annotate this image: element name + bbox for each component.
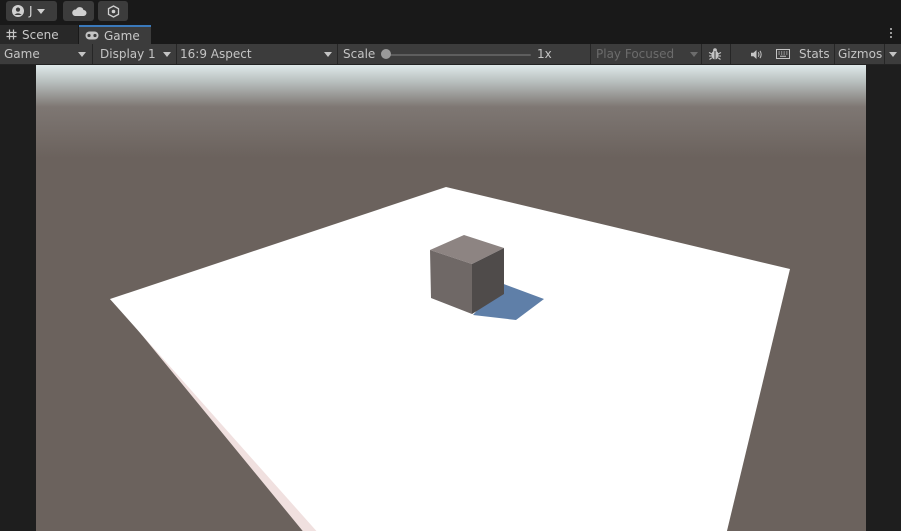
scale-value: 1x bbox=[537, 44, 567, 64]
chevron-down-icon bbox=[324, 52, 332, 57]
toolbar-divider bbox=[590, 44, 591, 64]
speaker-icon bbox=[750, 49, 762, 59]
gizmos-toggle[interactable]: Gizmos bbox=[838, 44, 882, 64]
scale-slider-track[interactable] bbox=[386, 54, 531, 56]
kebab-dot bbox=[890, 32, 892, 34]
chevron-down-icon bbox=[889, 52, 897, 57]
scale-label: Scale bbox=[343, 44, 383, 64]
display-value: Display 1 bbox=[100, 47, 156, 61]
kebab-dot bbox=[890, 36, 892, 38]
tab-game-label: Game bbox=[104, 28, 140, 43]
play-mode-dropdown[interactable]: Play Focused bbox=[596, 44, 700, 64]
grid-hash-icon bbox=[6, 29, 17, 40]
toolbar-divider bbox=[884, 44, 885, 64]
game-viewport[interactable] bbox=[36, 65, 866, 531]
chevron-down-icon bbox=[36, 8, 45, 14]
cloud-icon bbox=[71, 6, 86, 16]
chevron-down-icon bbox=[690, 52, 698, 57]
services-button[interactable] bbox=[98, 1, 128, 21]
toolbar-divider bbox=[730, 44, 731, 64]
mute-audio-button[interactable] bbox=[746, 44, 766, 64]
toolbar-divider bbox=[176, 44, 177, 64]
view-mode-value: Game bbox=[4, 47, 40, 61]
game-view-toolbar: Game Display 1 16:9 Aspect Scale 1x Play… bbox=[0, 44, 901, 65]
keyboard-icon bbox=[776, 49, 790, 59]
kebab-dot bbox=[890, 28, 892, 30]
display-dropdown[interactable]: Display 1 bbox=[100, 44, 174, 64]
bug-icon bbox=[708, 48, 722, 60]
scale-value-text: 1x bbox=[537, 47, 552, 61]
aspect-value: 16:9 Aspect bbox=[180, 47, 252, 61]
view-mode-dropdown[interactable]: Game bbox=[4, 44, 90, 64]
toolbar-divider bbox=[337, 44, 338, 64]
gamepad-icon bbox=[85, 31, 99, 40]
tab-scene-label: Scene bbox=[22, 27, 59, 42]
chevron-down-icon bbox=[78, 52, 86, 57]
chevron-down-icon bbox=[163, 52, 171, 57]
editor-tab-row: Scene Game bbox=[0, 25, 901, 44]
tab-options-menu[interactable] bbox=[889, 28, 893, 42]
rendered-scene bbox=[36, 65, 866, 531]
keyboard-shortcuts-button[interactable] bbox=[773, 44, 793, 64]
toolbar-divider bbox=[834, 44, 835, 64]
toolbar-divider bbox=[92, 44, 93, 64]
gizmos-label: Gizmos bbox=[838, 47, 883, 61]
top-account-bar: J bbox=[0, 0, 901, 25]
account-dropdown[interactable]: J bbox=[6, 1, 57, 21]
tab-game[interactable]: Game bbox=[79, 25, 151, 44]
gizmos-dropdown[interactable] bbox=[886, 44, 900, 64]
account-initial: J bbox=[29, 4, 33, 18]
cloud-button[interactable] bbox=[63, 1, 94, 21]
debug-toggle-button[interactable] bbox=[705, 44, 725, 64]
aspect-dropdown[interactable]: 16:9 Aspect bbox=[180, 44, 335, 64]
stats-toggle[interactable]: Stats bbox=[799, 44, 831, 64]
services-hexagon-icon bbox=[107, 4, 119, 18]
stats-label: Stats bbox=[799, 47, 830, 61]
scale-slider-handle[interactable] bbox=[381, 49, 391, 59]
account-circle-icon bbox=[12, 5, 24, 17]
play-mode-value: Play Focused bbox=[596, 47, 675, 61]
toolbar-divider bbox=[701, 44, 702, 64]
tab-scene[interactable]: Scene bbox=[0, 25, 78, 44]
scale-label-text: Scale bbox=[343, 47, 376, 61]
